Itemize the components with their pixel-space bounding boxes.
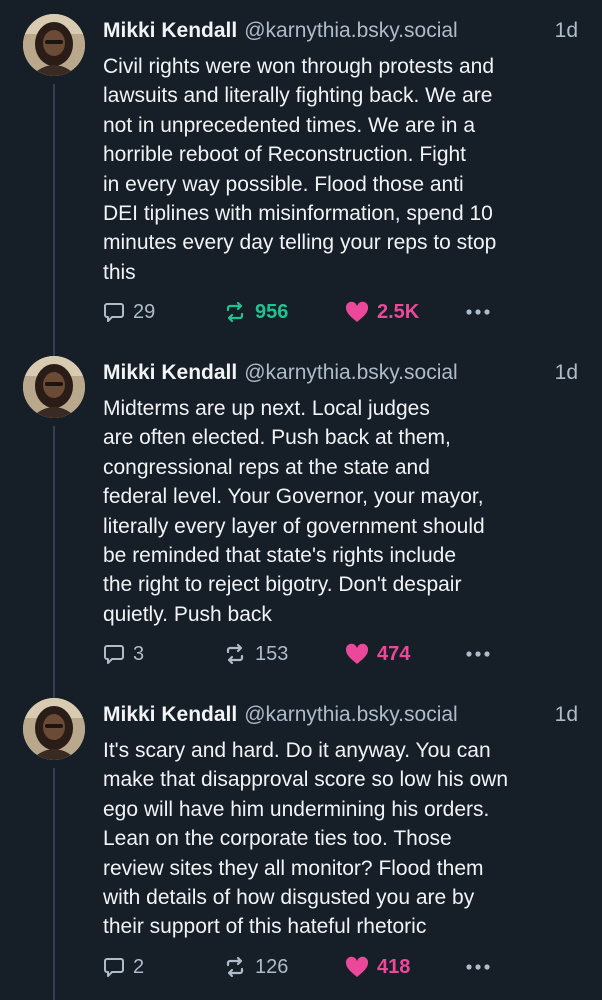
post-text: Civil rights were won through protests a… [103,55,497,284]
repost-arrows-icon [226,301,244,323]
post[interactable]: Mikki Kendall @karnythia.bsky.social 1d … [0,0,602,342]
more-options-button[interactable] [465,297,499,327]
reply-button[interactable]: 29 [103,297,155,327]
like-count: 474 [377,642,411,665]
repost-count: 956 [255,300,289,323]
like-count: 2.5K [377,300,420,323]
speech-bubble-icon [104,303,124,322]
more-options-button[interactable] [465,639,499,669]
like-button[interactable]: 418 [345,952,410,982]
reply-button[interactable]: 3 [103,639,144,669]
post-actions: 2 126 418 [103,952,503,982]
like-count: 418 [377,955,411,978]
ellipsis-icon [466,309,490,315]
repost-arrows-icon [226,956,244,978]
repost-count: 153 [255,642,289,665]
heart-icon [345,643,369,664]
post-text: Midterms are up next. Local judges are o… [103,397,485,626]
like-button[interactable]: 2.5K [345,297,419,327]
post[interactable]: Mikki Kendall @karnythia.bsky.social 1d … [0,684,602,1000]
repost-arrows-icon [226,643,244,665]
post-actions: 3 153 474 [103,639,503,669]
heart-icon [345,301,369,322]
post-timestamp[interactable]: 1d [555,703,578,727]
heart-icon [345,956,369,977]
reply-count: 3 [133,642,145,665]
repost-button[interactable]: 153 [223,639,288,669]
repost-count: 126 [255,955,289,978]
post-timestamp[interactable]: 1d [555,19,578,43]
avatar[interactable] [23,14,85,76]
post-text: It's scary and hard. Do it anyway. You c… [103,739,509,939]
post[interactable]: Mikki Kendall @karnythia.bsky.social 1d … [0,342,602,684]
reply-count: 29 [133,300,156,323]
repost-button[interactable]: 956 [223,297,288,327]
reply-button[interactable]: 2 [103,952,144,982]
speech-bubble-icon [104,958,124,977]
author-handle[interactable]: @karnythia.bsky.social [244,19,458,43]
reply-count: 2 [133,955,145,978]
like-button[interactable]: 474 [345,639,410,669]
avatar[interactable] [23,698,85,760]
author-name[interactable]: Mikki Kendall [103,703,237,727]
author-handle[interactable]: @karnythia.bsky.social [244,361,458,385]
avatar[interactable] [23,356,85,418]
author-name[interactable]: Mikki Kendall [103,361,237,385]
ellipsis-icon [466,964,490,970]
more-options-button[interactable] [465,952,499,982]
post-timestamp[interactable]: 1d [555,361,578,385]
author-handle[interactable]: @karnythia.bsky.social [244,703,458,727]
post-actions: 29 956 2.5K [103,297,503,327]
ellipsis-icon [466,651,490,657]
speech-bubble-icon [104,645,124,664]
repost-button[interactable]: 126 [223,952,288,982]
author-name[interactable]: Mikki Kendall [103,19,237,43]
